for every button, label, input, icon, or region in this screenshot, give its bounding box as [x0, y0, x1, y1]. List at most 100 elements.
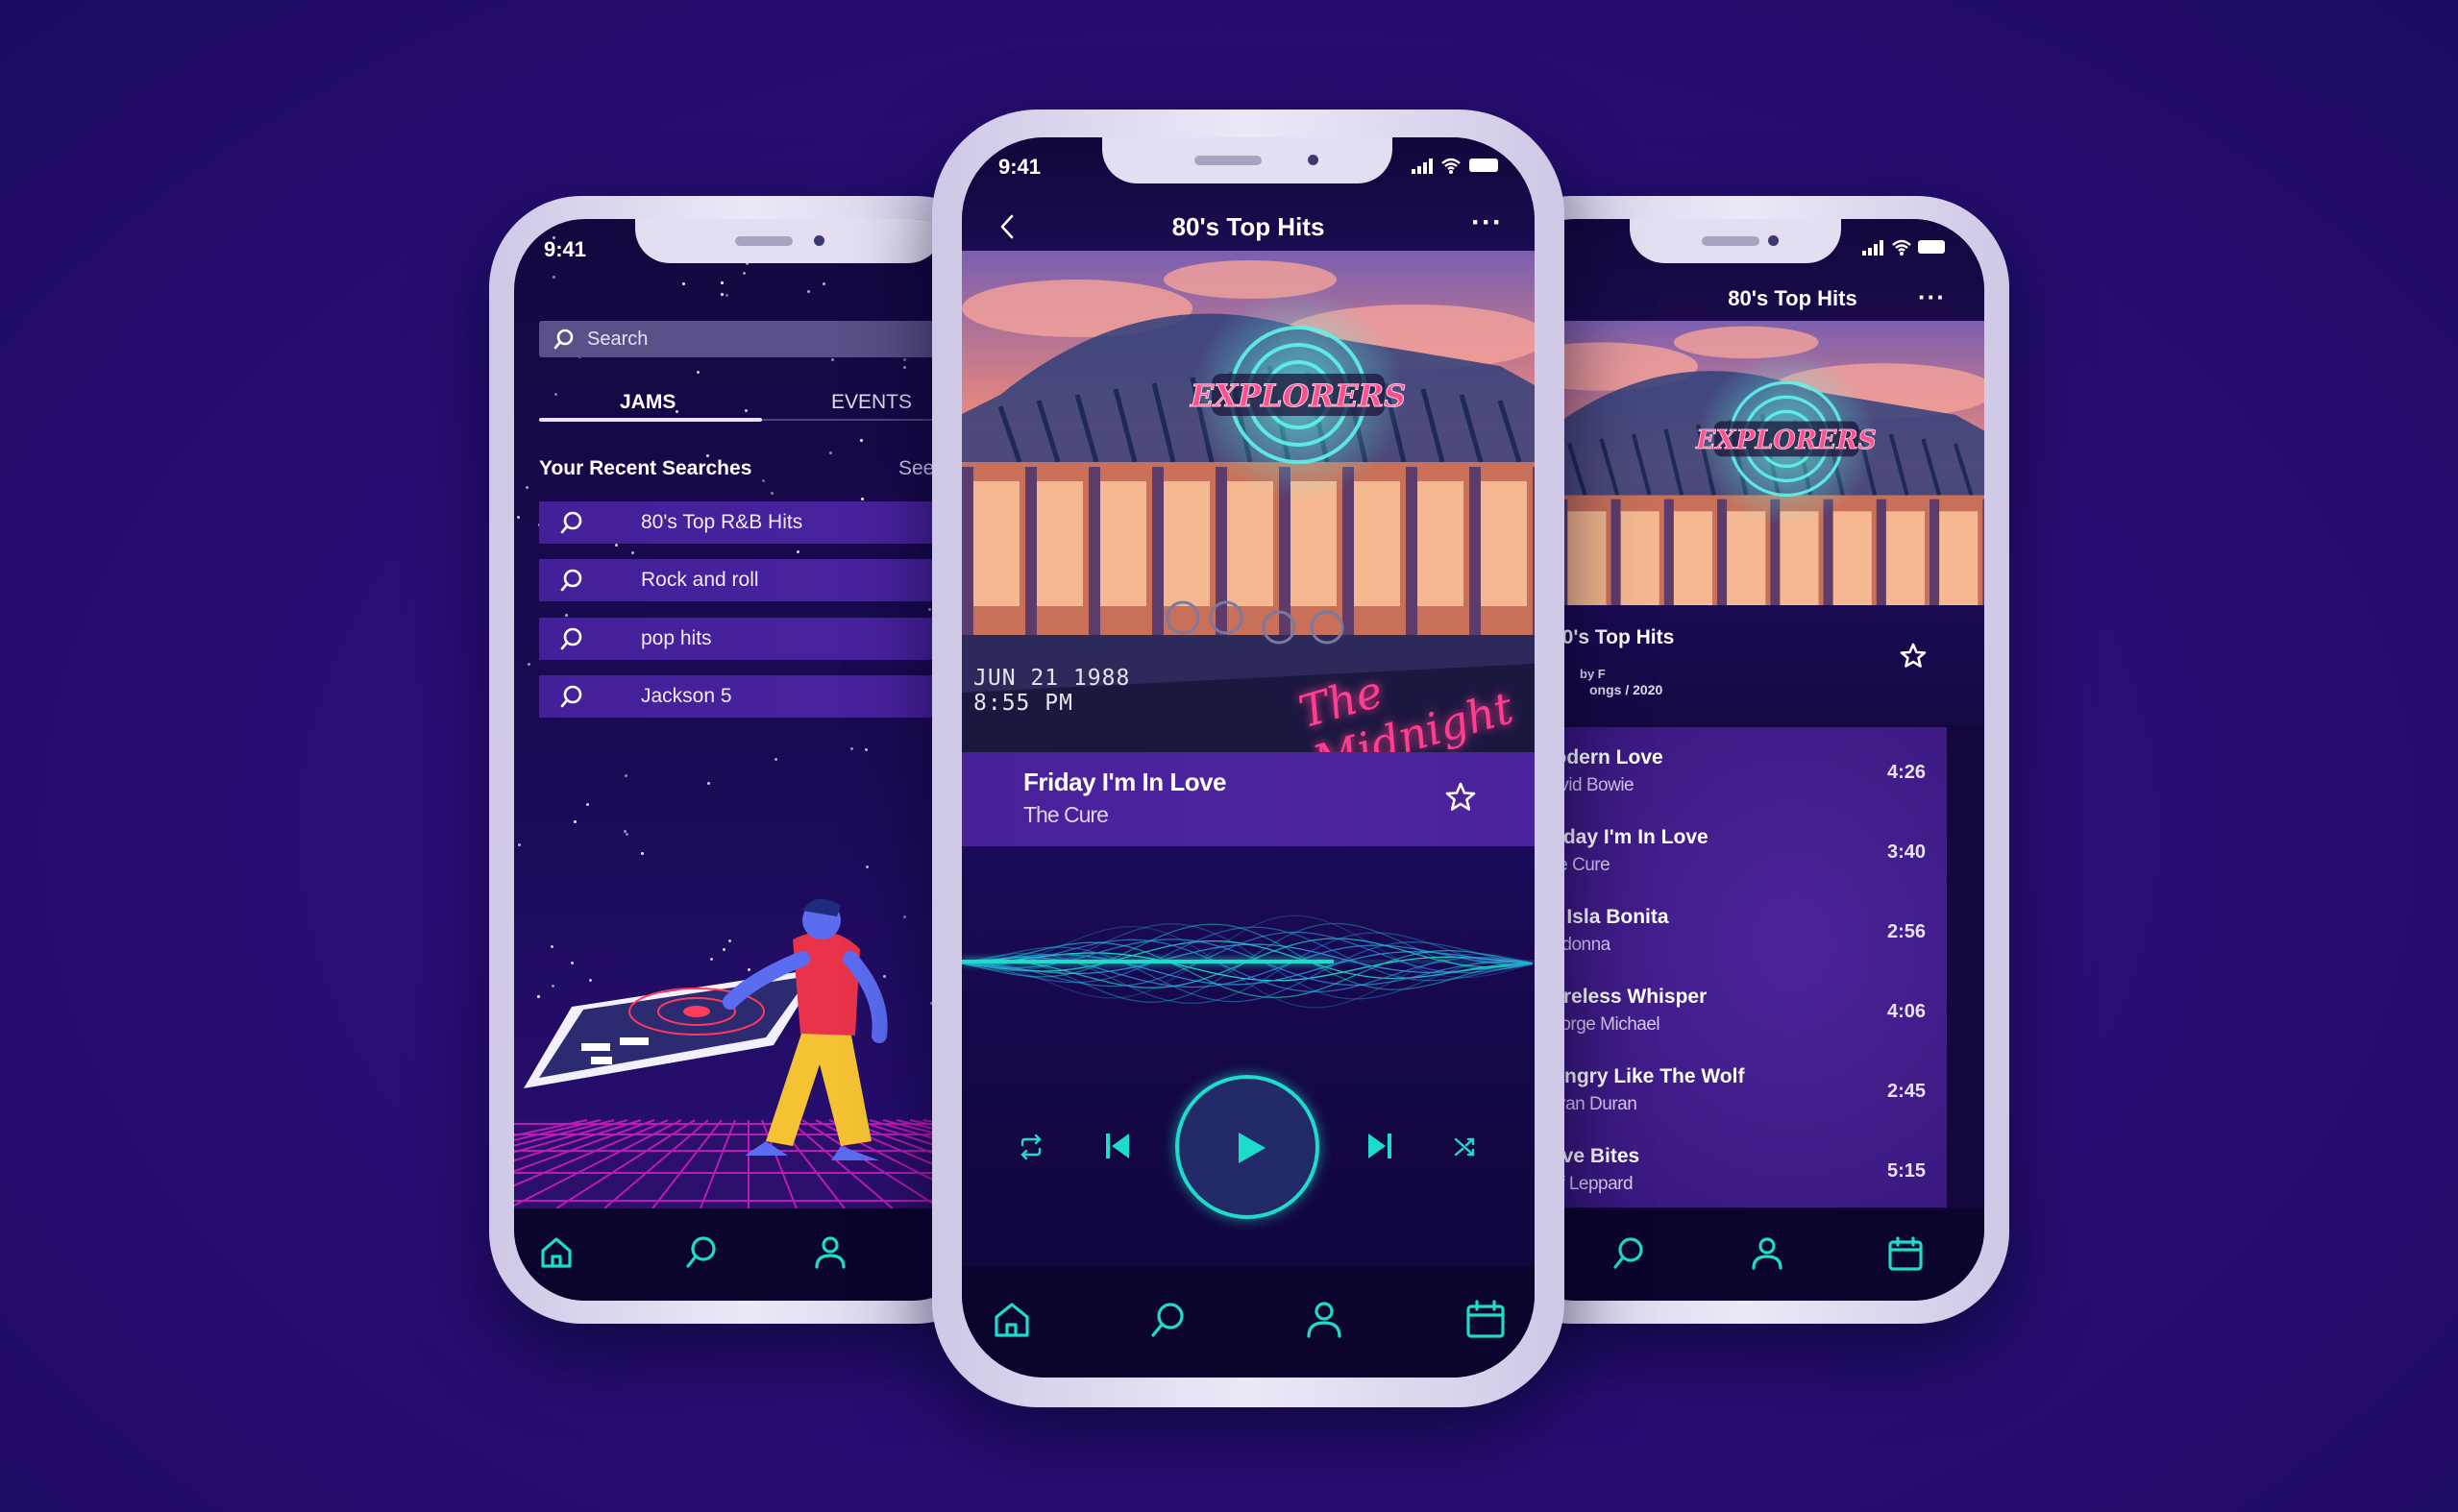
- play-button[interactable]: [1175, 1075, 1319, 1219]
- star: [707, 781, 711, 785]
- star: [849, 746, 853, 750]
- search-icon[interactable]: [683, 1234, 720, 1271]
- center-phone-screen: EXPLORERS The Midnight JUN 21 1988 8:55 …: [962, 137, 1535, 1378]
- calendar-icon[interactable]: [1887, 1235, 1924, 1272]
- album-art-image: EXPLORERS: [1505, 321, 1984, 605]
- star: [517, 516, 521, 520]
- recent-search-item[interactable]: 80's Top R&B Hits: [539, 501, 983, 544]
- song-artist: The Cure: [1023, 802, 1109, 827]
- notch: [1102, 137, 1392, 183]
- user-icon[interactable]: [1750, 1235, 1784, 1272]
- progress-track[interactable]: [962, 960, 1535, 963]
- track-row[interactable]: Careless Whisper George Michael 4:06: [1537, 978, 1947, 1058]
- vhs-date: JUN 21 1988: [973, 666, 1131, 691]
- vhs-time: 8:55 PM: [973, 691, 1073, 716]
- search-icon: [558, 626, 583, 651]
- star: [614, 544, 618, 548]
- star: [631, 550, 635, 554]
- favorite-star-icon[interactable]: [1899, 642, 1928, 671]
- search-icon: [558, 568, 583, 593]
- neon-grid-floor: [514, 1119, 983, 1208]
- notch: [635, 219, 943, 263]
- progress-fill: [962, 960, 1335, 963]
- star: [864, 747, 868, 751]
- shuffle-icon[interactable]: [1452, 1134, 1479, 1160]
- favorite-star-icon[interactable]: [1444, 781, 1477, 814]
- search-icon[interactable]: [1610, 1235, 1647, 1272]
- track-duration: 4:26: [1886, 762, 1926, 783]
- center-phone: EXPLORERS The Midnight JUN 21 1988 8:55 …: [932, 110, 1564, 1407]
- track-row[interactable]: La Isla Bonita Madonna 2:56: [1537, 898, 1947, 978]
- left-phone-screen: 9:41 Search JAMS EVENTS Your Recent Sear…: [514, 219, 983, 1301]
- bottom-nav: [514, 1208, 983, 1301]
- status-time: 9:41: [998, 155, 1042, 179]
- star: [682, 282, 686, 286]
- track-row[interactable]: Modern Love David Bowie 4:26: [1537, 739, 1947, 818]
- track-row[interactable]: Hungry Like The Wolf Duran Duran 2:45: [1537, 1058, 1947, 1137]
- status-time: 9:41: [544, 237, 587, 261]
- star: [696, 371, 700, 375]
- track-title: Hungry Like The Wolf: [1537, 1065, 1745, 1087]
- star: [831, 357, 835, 361]
- previous-icon[interactable]: [1103, 1131, 1132, 1161]
- more-options-button[interactable]: ···: [1918, 282, 1946, 312]
- battery-icon: [1469, 159, 1498, 172]
- svg-text:EXPLORERS: EXPLORERS: [1695, 426, 1877, 455]
- recent-searches-title: Your Recent Searches: [539, 457, 752, 479]
- waveform-visualizer: [962, 915, 1534, 1009]
- star: [720, 280, 724, 284]
- user-icon[interactable]: [813, 1234, 848, 1271]
- track-row[interactable]: Friday I'm In Love The Cure 3:40: [1537, 818, 1947, 898]
- star: [565, 614, 569, 618]
- svg-text:EXPLORERS: EXPLORERS: [1190, 378, 1406, 414]
- star: [528, 662, 531, 666]
- star: [822, 281, 825, 285]
- star: [806, 290, 810, 294]
- track-row[interactable]: Love Bites Def Leppard 5:15: [1537, 1137, 1947, 1217]
- header-title: 80's Top Hits: [1728, 286, 1857, 310]
- battery-icon: [1918, 240, 1945, 254]
- repeat-icon[interactable]: [1018, 1134, 1045, 1160]
- tab-jams[interactable]: JAMS: [620, 391, 676, 414]
- bottom-nav: [1505, 1208, 1984, 1301]
- playlist-meta: ongs / 2020: [1589, 682, 1663, 697]
- star: [586, 803, 590, 807]
- star: [903, 366, 907, 370]
- more-options-button[interactable]: ···: [1471, 207, 1503, 239]
- star: [859, 439, 863, 443]
- cellular-icon: [1862, 240, 1885, 256]
- star: [903, 358, 907, 362]
- user-icon[interactable]: [1305, 1300, 1343, 1340]
- calendar-icon[interactable]: [1465, 1299, 1506, 1339]
- home-icon[interactable]: [993, 1301, 1031, 1339]
- search-icon: [558, 684, 583, 709]
- next-icon[interactable]: [1365, 1131, 1394, 1161]
- wifi-icon: [1440, 157, 1462, 174]
- header-title: 80's Top Hits: [1171, 212, 1325, 241]
- recent-search-item[interactable]: Jackson 5: [539, 675, 983, 718]
- star: [525, 486, 528, 490]
- song-title: Friday I'm In Love: [1023, 768, 1227, 796]
- search-icon[interactable]: [1148, 1300, 1189, 1340]
- home-icon[interactable]: [539, 1235, 574, 1270]
- star: [928, 607, 932, 611]
- recent-search-item[interactable]: pop hits: [539, 618, 983, 660]
- star: [743, 272, 747, 276]
- tab-events[interactable]: EVENTS: [831, 391, 912, 414]
- notch: [1630, 219, 1841, 263]
- search-input[interactable]: Search: [539, 321, 983, 357]
- star: [725, 293, 728, 297]
- right-phone-screen: EXPLORERS 80's Top Hits ··· 80's Top Hit…: [1505, 219, 1984, 1301]
- recent-search-item[interactable]: Rock and roll: [539, 559, 983, 601]
- search-placeholder: Search: [587, 329, 649, 350]
- star: [770, 492, 774, 496]
- track-duration: 2:45: [1886, 1081, 1926, 1102]
- star: [797, 550, 800, 554]
- star: [553, 275, 556, 279]
- track-duration: 5:15: [1886, 1160, 1926, 1182]
- star: [676, 410, 679, 414]
- star: [761, 478, 765, 482]
- star: [745, 408, 749, 412]
- star: [554, 393, 558, 397]
- tab-active-indicator: [539, 418, 762, 422]
